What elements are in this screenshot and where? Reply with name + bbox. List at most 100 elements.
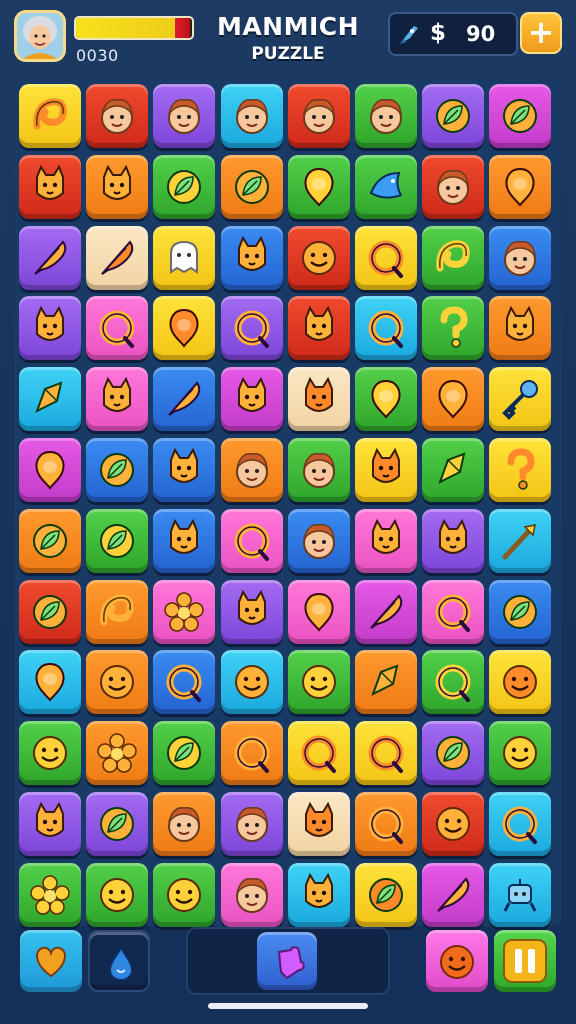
tile-yellow-smile[interactable] bbox=[489, 650, 552, 715]
tile-purple-leaf[interactable] bbox=[422, 721, 485, 786]
tile-orange-face[interactable] bbox=[220, 438, 283, 502]
tile-cream-feather[interactable] bbox=[86, 225, 149, 290]
tile-green-face[interactable] bbox=[355, 84, 417, 148]
tile-yellow-ring[interactable] bbox=[355, 225, 417, 290]
tile-magenta-feather[interactable] bbox=[355, 579, 417, 644]
tile-orange-smile[interactable] bbox=[86, 650, 149, 715]
tile-yellow-ghost[interactable] bbox=[153, 225, 216, 290]
tile-cyan-smile[interactable] bbox=[220, 650, 283, 715]
tile-magenta-feather[interactable] bbox=[422, 862, 485, 927]
tile-blue-leaf[interactable] bbox=[489, 579, 552, 644]
tile-yellow-swirl[interactable] bbox=[19, 84, 81, 148]
tile-pink-ring[interactable] bbox=[422, 579, 485, 644]
tile-purple-ring[interactable] bbox=[220, 296, 283, 361]
tile-orange-cat[interactable] bbox=[489, 296, 552, 361]
tile-pink-balloon[interactable] bbox=[287, 579, 350, 644]
tile-red-face[interactable] bbox=[422, 154, 485, 219]
tile-red-leaf[interactable] bbox=[19, 579, 81, 644]
tile-magenta-cat[interactable] bbox=[220, 367, 283, 432]
tile-blue-face[interactable] bbox=[287, 508, 350, 573]
tile-red-cat[interactable] bbox=[19, 154, 81, 219]
tile-orange-leaf[interactable] bbox=[19, 508, 81, 573]
tile-blue-cat[interactable] bbox=[220, 225, 283, 290]
tile-orange-gem[interactable] bbox=[355, 650, 417, 715]
tile-pink-cat[interactable] bbox=[86, 367, 149, 432]
tile-orange-cat[interactable] bbox=[86, 154, 149, 219]
tile-magenta-balloon[interactable] bbox=[19, 438, 81, 502]
tile-yellow-ring[interactable] bbox=[287, 721, 350, 786]
tile-green-bird[interactable] bbox=[355, 154, 417, 219]
tile-green-swirl[interactable] bbox=[422, 225, 485, 290]
tile-green-question[interactable] bbox=[422, 296, 485, 361]
tile-green-smile[interactable] bbox=[489, 721, 552, 786]
tile-orange-ring[interactable] bbox=[355, 792, 417, 856]
tile-cyan-wand[interactable] bbox=[489, 508, 552, 573]
tile-red-smile[interactable] bbox=[422, 792, 485, 856]
tile-green-ring[interactable] bbox=[422, 650, 485, 715]
tile-orange-swirl[interactable] bbox=[86, 579, 149, 644]
tile-blue-feather[interactable] bbox=[153, 367, 216, 432]
tile-yellow-ring[interactable] bbox=[355, 721, 417, 786]
tile-red-cat[interactable] bbox=[287, 296, 350, 361]
tile-purple-cat[interactable] bbox=[19, 296, 81, 361]
tile-green-balloon[interactable] bbox=[355, 367, 417, 432]
tile-purple-leaf[interactable] bbox=[86, 792, 149, 856]
tile-cream-cat[interactable] bbox=[287, 367, 350, 432]
tile-green-smile[interactable] bbox=[86, 862, 149, 927]
tile-green-smile[interactable] bbox=[153, 862, 216, 927]
pause-button[interactable] bbox=[494, 930, 556, 992]
puzzle-piece-button[interactable] bbox=[257, 932, 317, 990]
heart-button[interactable] bbox=[20, 930, 82, 992]
add-currency-button[interactable]: + bbox=[520, 12, 562, 54]
tile-blue-cat[interactable] bbox=[153, 438, 216, 502]
tile-blue-face[interactable] bbox=[489, 225, 552, 290]
smile-button[interactable] bbox=[426, 930, 488, 992]
tile-blue-cat[interactable] bbox=[153, 508, 216, 573]
tile-yellow-question[interactable] bbox=[489, 438, 552, 502]
tile-green-gem[interactable] bbox=[422, 438, 485, 502]
tile-magenta-leaf[interactable] bbox=[489, 84, 552, 148]
tile-purple-face[interactable] bbox=[153, 84, 216, 148]
tile-purple-cat[interactable] bbox=[220, 579, 283, 644]
tile-red-face[interactable] bbox=[86, 84, 149, 148]
tile-pink-flower[interactable] bbox=[153, 579, 216, 644]
tile-pink-face[interactable] bbox=[220, 862, 283, 927]
home-indicator[interactable] bbox=[208, 1003, 368, 1009]
tile-yellow-leaf[interactable] bbox=[355, 862, 417, 927]
tile-green-leaf[interactable] bbox=[86, 508, 149, 573]
tile-cyan-ring[interactable] bbox=[355, 296, 417, 361]
tile-pink-ring[interactable] bbox=[220, 508, 283, 573]
tile-pink-ring[interactable] bbox=[86, 296, 149, 361]
tile-green-leaf[interactable] bbox=[153, 154, 216, 219]
tile-green-smile[interactable] bbox=[19, 721, 81, 786]
tile-green-leaf[interactable] bbox=[153, 721, 216, 786]
tile-green-smile[interactable] bbox=[287, 650, 350, 715]
tile-cyan-robot[interactable] bbox=[489, 862, 552, 927]
tile-purple-cat[interactable] bbox=[19, 792, 81, 856]
tile-orange-face[interactable] bbox=[153, 792, 216, 856]
tile-orange-leaf[interactable] bbox=[220, 154, 283, 219]
tile-cyan-balloon[interactable] bbox=[19, 650, 81, 715]
tile-orange-balloon[interactable] bbox=[422, 367, 485, 432]
tile-green-balloon[interactable] bbox=[287, 154, 350, 219]
tile-orange-balloon[interactable] bbox=[489, 154, 552, 219]
tile-orange-flower[interactable] bbox=[86, 721, 149, 786]
tile-cyan-cat[interactable] bbox=[287, 862, 350, 927]
tile-purple-cat[interactable] bbox=[422, 508, 485, 573]
tile-pink-cat[interactable] bbox=[355, 508, 417, 573]
tile-purple-feather[interactable] bbox=[19, 225, 81, 290]
tile-orange-ring[interactable] bbox=[220, 721, 283, 786]
tile-cyan-gem[interactable] bbox=[19, 367, 81, 432]
tile-green-flower[interactable] bbox=[19, 862, 81, 927]
tile-red-smile[interactable] bbox=[287, 225, 350, 290]
tile-cream-cat[interactable] bbox=[287, 792, 350, 856]
tile-blue-ring[interactable] bbox=[153, 650, 216, 715]
tile-yellow-key[interactable] bbox=[489, 367, 552, 432]
tile-red-face[interactable] bbox=[287, 84, 350, 148]
tile-cyan-face[interactable] bbox=[220, 84, 283, 148]
tile-blue-leaf[interactable] bbox=[86, 438, 149, 502]
tile-green-face[interactable] bbox=[287, 438, 350, 502]
tile-yellow-cat[interactable] bbox=[355, 438, 417, 502]
player-avatar[interactable] bbox=[14, 10, 66, 62]
tile-cyan-ring[interactable] bbox=[489, 792, 552, 856]
